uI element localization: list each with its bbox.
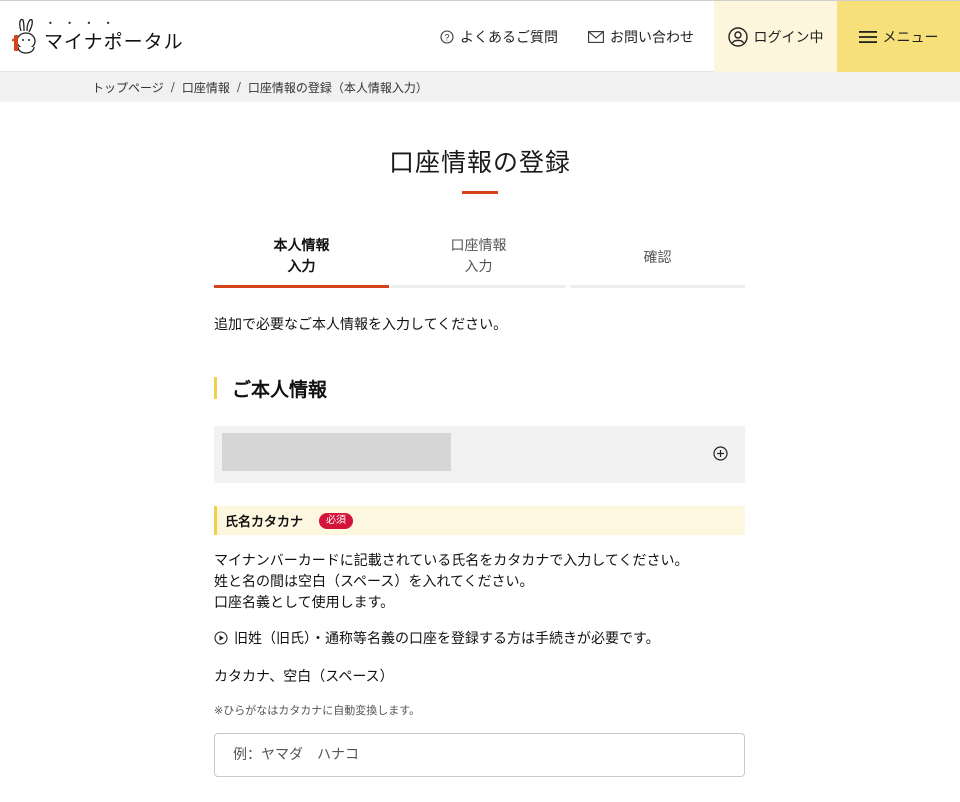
faq-label: よくあるご質問 — [460, 30, 558, 46]
section-accent-bar — [214, 377, 217, 399]
title-underline — [462, 191, 498, 194]
breadcrumb-item-current: 口座情報の登録（本人情報入力） — [247, 80, 428, 95]
svg-text:?: ? — [444, 33, 449, 43]
field-description: マイナンバーカードに記載されている氏名をカタカナで入力してください。 姓と名の間… — [214, 551, 688, 614]
description-line: マイナンバーカードに記載されている氏名をカタカナで入力してください。 — [214, 553, 689, 569]
login-label: ログイン中 — [753, 30, 824, 46]
section-heading: ご本人情報 — [214, 376, 328, 401]
step-label-line1: 確認 — [643, 250, 672, 266]
required-badge: 必須 — [319, 512, 354, 529]
rabbit-mascot-icon — [11, 17, 40, 57]
step-label-line1: 口座情報 — [450, 238, 507, 254]
masked-personal-info — [222, 433, 451, 471]
step-label-line2: 入力 — [287, 259, 316, 275]
contact-link[interactable]: お問い合わせ — [588, 1, 694, 73]
breadcrumb-item-top[interactable]: トップページ — [92, 79, 164, 96]
field-label: 氏名カタカナ — [225, 515, 304, 530]
step-personal-info: 本人情報 入力 — [214, 236, 389, 288]
personal-info-accordion[interactable] — [214, 426, 745, 483]
step-progress-bar — [570, 285, 745, 288]
page-title: 口座情報の登録 — [388, 148, 571, 177]
user-circle-icon — [727, 27, 748, 47]
allowed-characters: カタカナ、空白（スペース） — [214, 669, 394, 685]
step-progress-bar — [214, 285, 389, 288]
name-kana-input[interactable] — [214, 733, 745, 777]
progress-steps: 本人情報 入力 口座情報 入力 確認 — [214, 236, 745, 290]
step-label-line1: 本人情報 — [273, 238, 330, 254]
breadcrumb-separator: / — [236, 80, 241, 94]
breadcrumb-separator: / — [170, 80, 175, 94]
field-heading-name-kana: 氏名カタカナ 必須 — [214, 506, 745, 535]
site-header: • • • • マイナポータル ? よくあるご質問 お問い合わせ ログイン中 メ… — [0, 0, 960, 73]
faq-link[interactable]: ? よくあるご質問 — [440, 1, 558, 73]
hamburger-icon — [858, 30, 877, 44]
section-title: ご本人情報 — [232, 378, 328, 401]
description-line: 姓と名の間は空白（スペース）を入れてください。 — [214, 574, 534, 590]
contact-label: お問い合わせ — [610, 30, 694, 46]
menu-label: メニュー — [882, 30, 939, 46]
step-account-info: 口座情報 入力 — [391, 236, 566, 288]
step-progress-bar — [391, 285, 566, 288]
login-status-button[interactable]: ログイン中 — [714, 1, 837, 73]
step-confirm: 確認 — [570, 236, 745, 288]
maiden-name-procedure-link[interactable]: 旧姓（旧氏）・通称等名義の口座を登録する方は手続きが必要です。 — [214, 628, 660, 648]
site-logo[interactable]: • • • • マイナポータル — [11, 15, 184, 59]
intro-text: 追加で必要なご本人情報を入力してください。 — [214, 317, 508, 333]
auto-convert-note: ※ひらがなはカタカナに自動変換します。 — [214, 704, 421, 717]
envelope-icon — [588, 31, 604, 43]
question-circle-icon: ? — [440, 30, 454, 44]
menu-button[interactable]: メニュー — [837, 1, 960, 73]
description-line: 口座名義として使用します。 — [214, 595, 395, 611]
logo-text: マイナポータル — [44, 30, 184, 53]
breadcrumb: トップページ / 口座情報 / 口座情報の登録（本人情報入力） — [0, 72, 960, 102]
breadcrumb-item-account[interactable]: 口座情報 — [182, 79, 230, 96]
plus-circle-icon[interactable] — [713, 446, 728, 461]
play-circle-icon — [214, 631, 228, 645]
link-text: 旧姓（旧氏）・通称等名義の口座を登録する方は手続きが必要です。 — [234, 631, 660, 647]
step-label-line2: 入力 — [464, 259, 493, 275]
